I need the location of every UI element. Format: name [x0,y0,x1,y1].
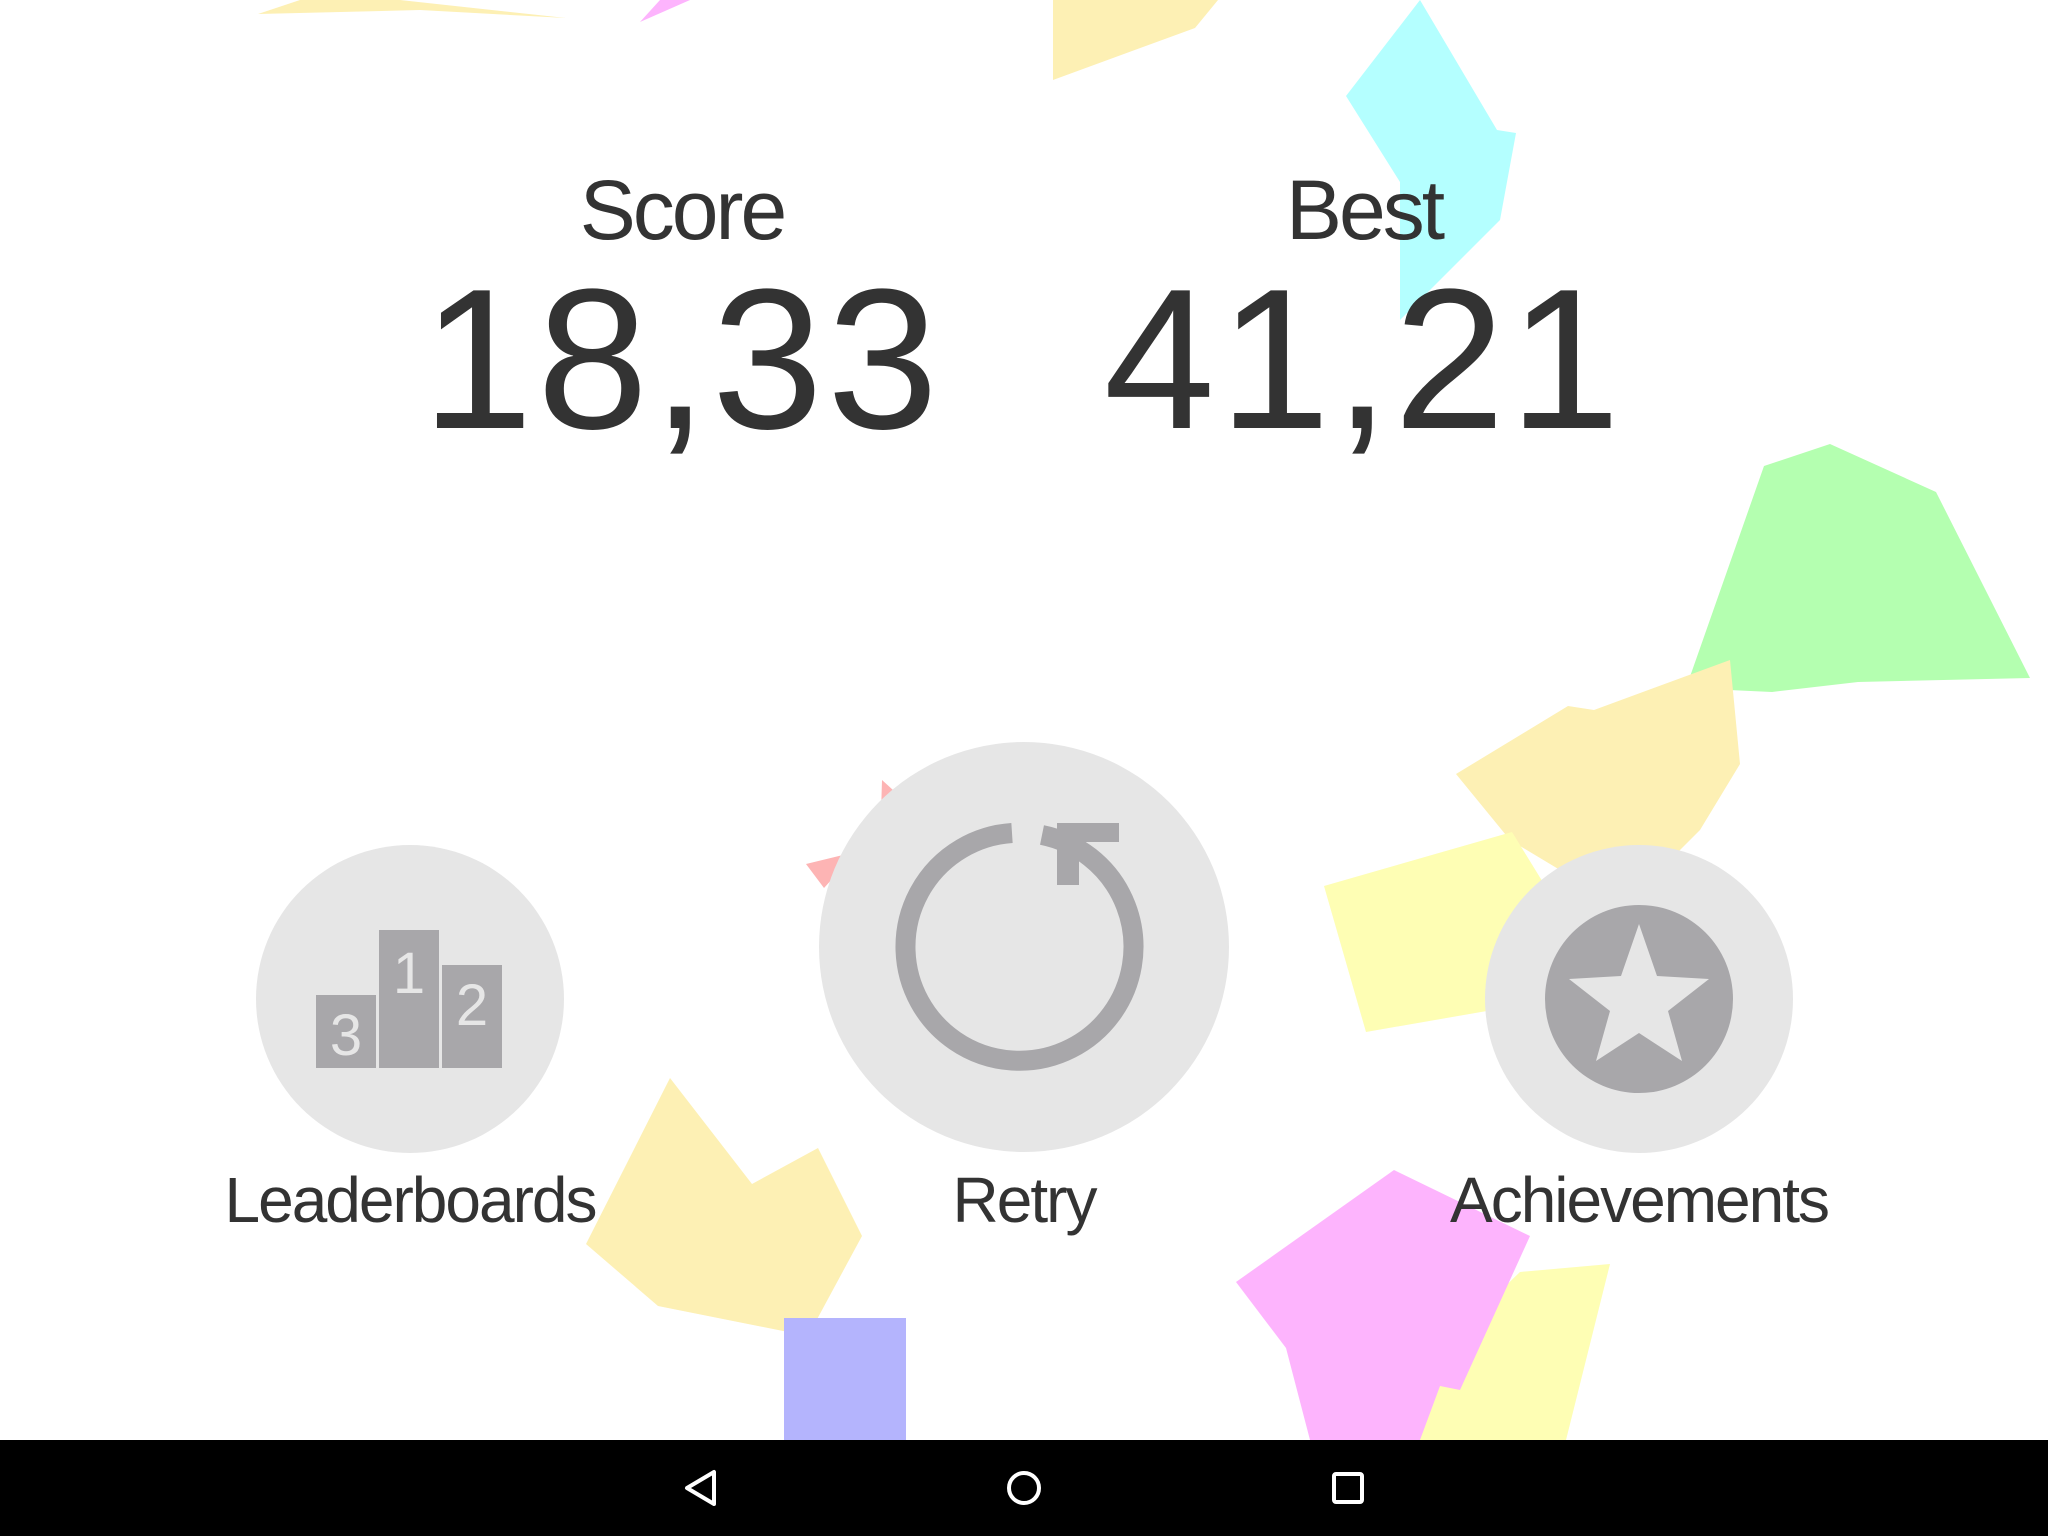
bg-shape-yellow [1053,0,1218,80]
podium-third-number: 3 [330,1003,362,1068]
back-icon [685,1470,716,1506]
podium-second-number: 2 [456,973,488,1038]
retry-label[interactable]: Retry [814,1160,1234,1240]
retry-icon [895,823,1144,1071]
podium-first-number: 1 [393,941,425,1006]
nav-back-button[interactable] [640,1440,760,1536]
bg-shape-blue [784,1318,906,1440]
best-label: Best [1285,163,1445,257]
best-panel: Best 41,21 [1064,160,1664,460]
bg-shape-green [1686,444,2030,692]
system-nav-bar [0,1440,2048,1536]
bg-shape-yellow [258,0,566,18]
game-over-screen: Score 18,33 Best 41,21 3 1 2 Leaderboard… [0,0,2048,1536]
leaderboards-label[interactable]: Leaderboards [200,1160,620,1240]
nav-recents-button[interactable] [1288,1440,1408,1536]
podium-icon: 3 1 2 [316,930,502,1068]
retry-button[interactable] [819,742,1229,1152]
score-value: 18,33 [421,248,943,471]
home-icon [1007,1471,1041,1505]
bg-shape-magenta [640,0,690,22]
nav-home-button[interactable] [964,1440,1084,1536]
achievements-button[interactable] [1485,845,1793,1153]
score-panel: Score 18,33 [382,160,982,460]
leaderboards-button[interactable]: 3 1 2 [256,845,564,1153]
star-icon [1545,905,1733,1093]
achievements-label[interactable]: Achievements [1429,1160,1849,1240]
recents-icon [1332,1472,1364,1504]
best-value: 41,21 [1103,248,1625,471]
score-label: Score [579,163,787,257]
